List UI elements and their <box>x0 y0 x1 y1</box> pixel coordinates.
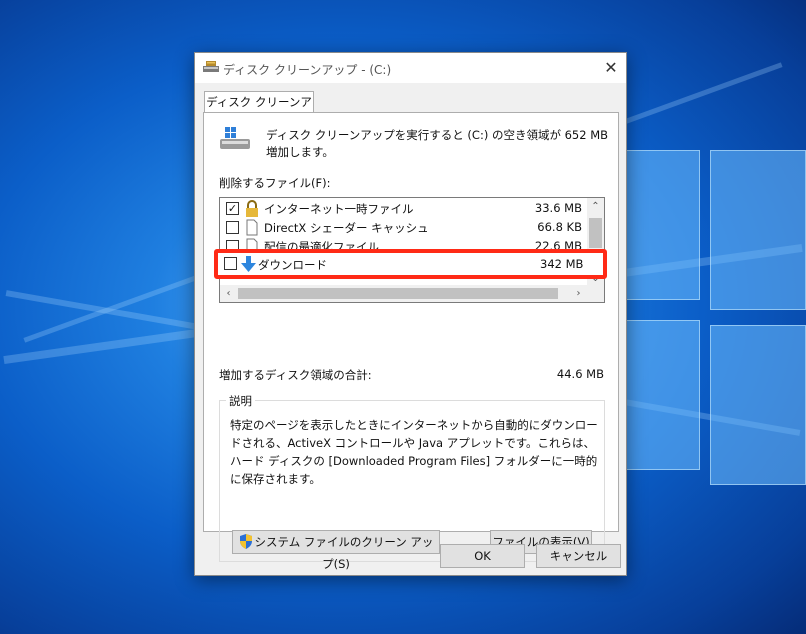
logo-pane <box>710 325 806 485</box>
logo-pane <box>710 150 806 310</box>
item-checkbox[interactable] <box>224 257 237 270</box>
item-name: ダウンロード <box>258 258 327 272</box>
total-space-value: 44.6 MB <box>556 367 604 381</box>
tab-panel: ディスク クリーンアップを実行すると (C:) の空き領域が 652 MB 増加… <box>203 112 619 571</box>
drive-icon <box>220 127 250 149</box>
scroll-up-icon[interactable]: ⌃ <box>587 198 604 215</box>
cleanup-summary: ディスク クリーンアップを実行すると (C:) の空き領域が 652 MB 増加… <box>266 128 609 159</box>
uac-shield-icon <box>239 534 252 549</box>
item-name: インターネット一時ファイル <box>264 202 414 216</box>
horizontal-scrollbar[interactable]: ‹ › <box>220 285 604 302</box>
scroll-thumb[interactable] <box>589 218 602 248</box>
windows-logo <box>620 150 806 490</box>
close-button[interactable]: ✕ <box>596 53 626 83</box>
item-checkbox[interactable] <box>226 221 239 234</box>
list-item[interactable]: DirectX シェーダー キャッシュ 66.8 KB <box>220 218 588 237</box>
disk-cleanup-dialog: ディスク クリーンアップ - (C:) ✕ ディスク クリーンアップ ディスク … <box>194 52 627 576</box>
cancel-button[interactable]: キャンセル <box>536 544 621 568</box>
total-space-label: 増加するディスク領域の合計: <box>219 368 372 382</box>
scroll-right-icon[interactable]: › <box>570 285 587 302</box>
scroll-left-icon[interactable]: ‹ <box>220 285 237 302</box>
list-item[interactable]: ✓ インターネット一時ファイル 33.6 MB <box>220 199 588 218</box>
item-size: 33.6 MB <box>534 201 582 215</box>
item-size: 66.8 KB <box>537 220 582 234</box>
description-text: 特定のページを表示したときにインターネットから自動的にダウンロードされる、Act… <box>230 418 598 486</box>
highlighted-list-item-downloads[interactable]: ダウンロード 342 MB <box>214 249 607 279</box>
logo-pane <box>620 320 700 470</box>
system-cleanup-label: システム ファイルのクリーン アップ(S) <box>254 535 434 571</box>
files-to-delete-label: 削除するファイル(F): <box>219 176 331 190</box>
item-checkbox[interactable]: ✓ <box>226 202 239 215</box>
download-arrow-icon <box>241 256 256 272</box>
title-bar[interactable]: ディスク クリーンアップ - (C:) ✕ <box>195 53 626 83</box>
logo-pane <box>620 150 700 300</box>
tab-disk-cleanup[interactable]: ディスク クリーンアップ <box>204 91 314 129</box>
system-cleanup-button[interactable]: システム ファイルのクリーン アップ(S) <box>232 530 440 571</box>
item-name: DirectX シェーダー キャッシュ <box>264 221 429 235</box>
item-size: 342 MB <box>540 257 584 271</box>
scroll-thumb[interactable] <box>238 288 558 299</box>
window-title: ディスク クリーンアップ - (C:) <box>223 63 392 77</box>
file-icon <box>246 219 258 236</box>
lock-icon <box>246 200 258 217</box>
disk-cleanup-icon <box>203 61 219 72</box>
description-title: 説明 <box>226 393 255 409</box>
ok-button[interactable]: OK <box>440 544 525 568</box>
